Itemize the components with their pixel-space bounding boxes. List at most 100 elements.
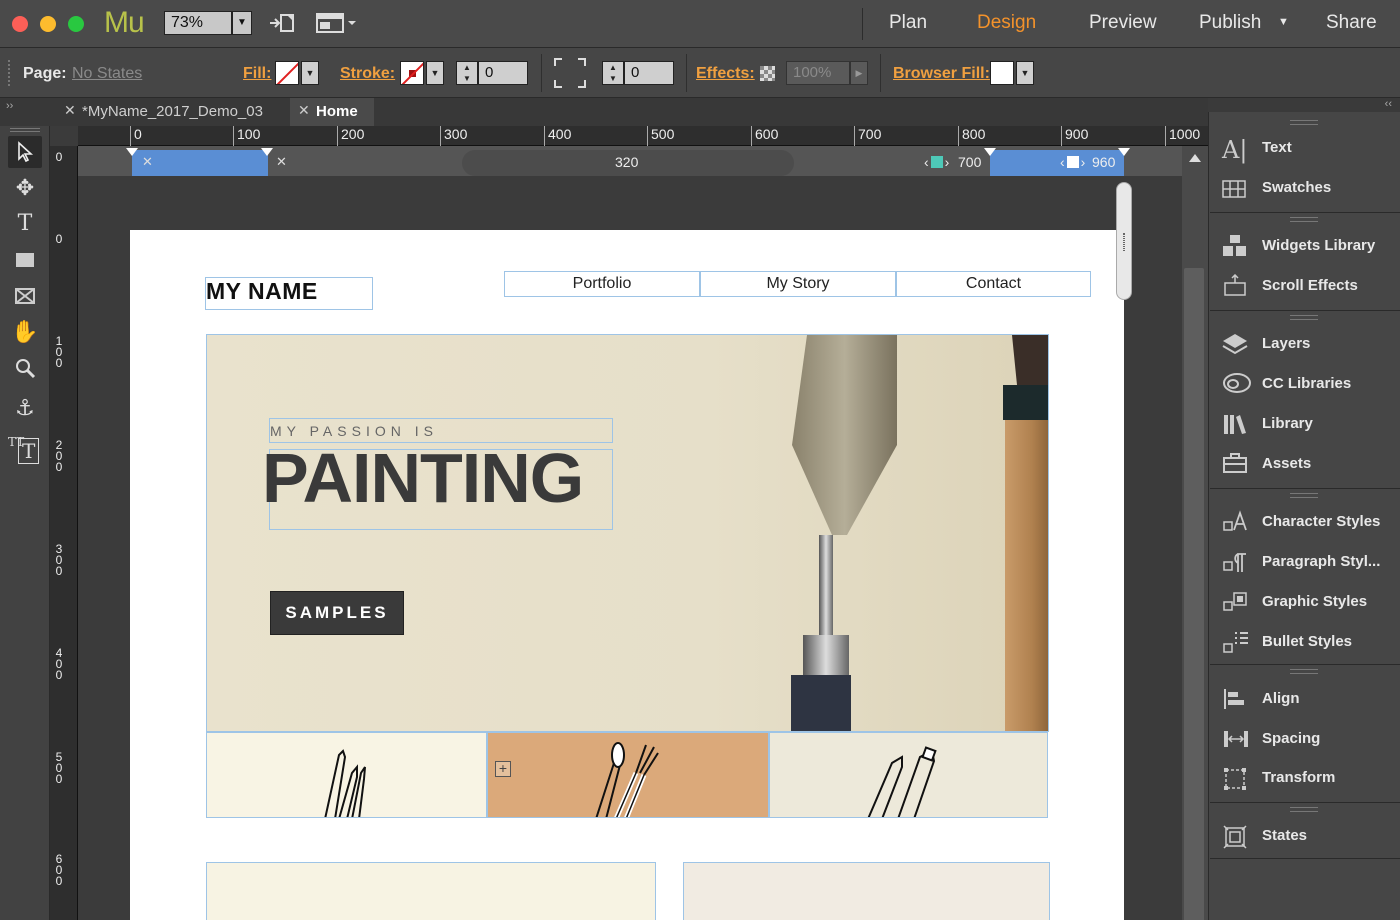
panel-cc-libraries[interactable]: CC Libraries (1222, 370, 1398, 400)
panel-label: Paragraph Styl... (1262, 553, 1381, 570)
fill-label[interactable]: Fill: (243, 65, 271, 83)
opacity-input[interactable]: 100% (786, 61, 850, 85)
scroll-up-icon[interactable] (1189, 154, 1201, 162)
opacity-dropdown-button[interactable]: ▶ (850, 61, 868, 85)
control-separator (686, 54, 687, 92)
markers-sketch-icon (867, 746, 937, 817)
mode-publish[interactable]: Publish (1199, 12, 1261, 34)
panel-scroll-effects[interactable]: Scroll Effects (1222, 272, 1398, 302)
ruler-tick: 700 (854, 126, 881, 146)
view-mode-icon[interactable] (316, 12, 358, 39)
fill-dropdown-button[interactable]: ▼ (301, 61, 319, 85)
panel-paragraph-styles[interactable]: Paragraph Styl... (1222, 548, 1398, 578)
nav-item-my-story[interactable]: My Story (700, 271, 896, 297)
expand-tools-icon[interactable]: ›› (6, 100, 13, 112)
stroke-label[interactable]: Stroke: (340, 65, 395, 83)
page-states-value[interactable]: No States (72, 65, 142, 83)
mode-plan[interactable]: Plan (889, 12, 927, 34)
muse-logo: Mu (104, 6, 145, 39)
effects-checker-icon[interactable] (760, 66, 775, 81)
browser-fill-label[interactable]: Browser Fill: (893, 65, 990, 83)
place-file-icon[interactable] (268, 12, 296, 39)
close-tab-icon[interactable]: ✕ (298, 102, 310, 119)
mode-preview[interactable]: Preview (1089, 12, 1157, 34)
ruler-tick: 800 (958, 126, 985, 146)
hero-image[interactable] (206, 334, 1049, 732)
effects-label[interactable]: Effects: (696, 65, 755, 83)
panel-character-styles[interactable]: Character Styles (1222, 508, 1398, 538)
breakpoint-triangle-markers (126, 148, 1130, 156)
panel-swatches[interactable]: Swatches (1222, 174, 1398, 204)
tab-home[interactable]: ✕ Home (290, 98, 374, 126)
image-frame-tool-icon[interactable] (8, 280, 42, 312)
assets-icon (1222, 452, 1250, 478)
panel-layers[interactable]: Layers (1222, 330, 1398, 360)
hero-title[interactable]: PAINTING (262, 438, 584, 518)
corner-radius-stepper[interactable]: ▲ ▼ (602, 61, 624, 85)
mode-share[interactable]: Share (1326, 12, 1377, 34)
stroke-swatch[interactable] (400, 61, 424, 85)
panel-group-grip[interactable] (1290, 493, 1318, 498)
text-tool-icon[interactable]: T (8, 208, 42, 240)
panel-graphic-styles[interactable]: Graphic Styles (1222, 588, 1398, 618)
anchor-tool-icon[interactable]: ⚓ (8, 392, 42, 424)
ruler-tick: 3 0 0 (55, 542, 63, 578)
browser-fill-swatch[interactable] (990, 61, 1014, 85)
zoom-tool-icon[interactable] (8, 352, 42, 384)
mode-design[interactable]: Design (977, 12, 1036, 34)
panel-assets[interactable]: Assets (1222, 450, 1398, 480)
rectangle-tool-icon[interactable] (8, 244, 42, 276)
content-card[interactable] (206, 862, 656, 920)
close-window-button[interactable] (12, 16, 28, 32)
site-logo[interactable]: MY NAME (206, 278, 318, 305)
collapse-panel-icon[interactable]: ‹‹ (1385, 98, 1392, 110)
hand-tool-icon[interactable]: ✋ (8, 316, 42, 348)
add-content-icon[interactable]: + (495, 761, 511, 777)
minimize-window-button[interactable] (40, 16, 56, 32)
text-frame-tool-icon[interactable]: TT T (8, 432, 42, 464)
panel-text[interactable]: A| Text (1222, 134, 1398, 164)
panel-library[interactable]: Library (1222, 410, 1398, 440)
panel-label: Text (1262, 139, 1292, 156)
panel-states[interactable]: States (1222, 822, 1398, 852)
publish-dropdown-icon[interactable]: ▼ (1278, 16, 1289, 28)
tab-myname-demo[interactable]: ✕ *MyName_2017_Demo_03 (56, 98, 273, 126)
stroke-dropdown-button[interactable]: ▼ (426, 61, 444, 85)
selection-tool-icon[interactable] (8, 136, 42, 168)
panel-group-grip[interactable] (1290, 669, 1318, 674)
panel-group-grip[interactable] (1290, 807, 1318, 812)
zoom-input[interactable]: 73% (164, 11, 232, 35)
panel-transform[interactable]: Transform (1222, 764, 1398, 794)
panel-group-grip[interactable] (1290, 315, 1318, 320)
zoom-dropdown-button[interactable]: ▼ (232, 11, 252, 35)
content-card[interactable] (683, 862, 1050, 920)
scroll-thumb[interactable] (1184, 268, 1204, 920)
corner-radius-input[interactable]: 0 (624, 61, 674, 85)
nav-item-portfolio[interactable]: Portfolio (504, 271, 700, 297)
vertical-scrollbar[interactable] (1182, 146, 1208, 920)
panel-label: Swatches (1262, 179, 1332, 196)
close-tab-icon[interactable]: ✕ (64, 102, 76, 119)
panel-group-grip[interactable] (1290, 120, 1318, 125)
canvas-height-handle[interactable] (1116, 182, 1132, 300)
panel-collapse-bar[interactable]: ‹‹ (1208, 98, 1400, 112)
panel-spacing[interactable]: Spacing (1222, 725, 1398, 755)
fill-swatch[interactable] (275, 61, 299, 85)
maximize-window-button[interactable] (68, 16, 84, 32)
hero-kicker[interactable]: MY PASSION IS (270, 423, 438, 439)
tile-pens[interactable] (206, 732, 487, 818)
crop-tool-icon[interactable]: ✥ (8, 172, 42, 204)
browser-fill-dropdown-button[interactable]: ▼ (1016, 61, 1034, 85)
tile-brushes[interactable]: + (487, 732, 769, 818)
panel-align[interactable]: Align (1222, 685, 1398, 715)
stroke-width-stepper[interactable]: ▲ ▼ (456, 61, 478, 85)
tile-markers[interactable] (769, 732, 1048, 818)
vertical-ruler: 0 0 1 0 0 2 0 0 3 0 0 4 0 0 5 0 0 6 0 0 (50, 146, 78, 920)
nav-item-contact[interactable]: Contact (896, 271, 1091, 297)
stroke-width-input[interactable]: 0 (478, 61, 528, 85)
control-bar: Page: No States Fill: ▼ Stroke: ▼ ▲ ▼ 0 ▲… (0, 48, 1400, 98)
panel-bullet-styles[interactable]: Bullet Styles (1222, 628, 1398, 658)
samples-button[interactable]: SAMPLES (270, 591, 404, 635)
panel-group-grip[interactable] (1290, 217, 1318, 222)
panel-widgets-library[interactable]: Widgets Library (1222, 232, 1398, 262)
